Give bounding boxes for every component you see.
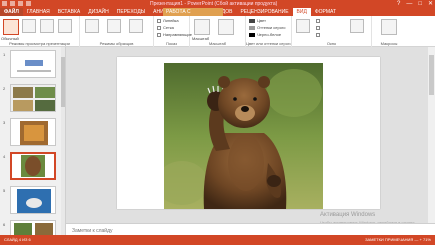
- minimize-button[interactable]: —: [406, 0, 412, 8]
- slide-thumbnail[interactable]: [10, 50, 56, 78]
- slide-number: 1: [3, 52, 6, 57]
- status-bar: СЛАЙД 4 ИЗ 6 ЗАМЕТКИ ПРИМЕЧАНИЯ — + 71%: [0, 235, 435, 245]
- scrollbar-thumb[interactable]: [61, 57, 65, 107]
- ribbon: Обычный Режимы просмотра презентации Реж…: [0, 16, 435, 47]
- tab-transitions[interactable]: ПЕРЕХОДЫ: [113, 8, 149, 16]
- group-zoom: Масштаб Масштаб: [190, 16, 246, 47]
- group-master-views: Режимы образцов: [80, 16, 154, 47]
- group-label: Окно: [326, 41, 337, 46]
- slide-counter: СЛАЙД 4 ИЗ 6: [4, 237, 31, 242]
- scrollbar-thumb[interactable]: [429, 55, 434, 95]
- notes-pane[interactable]: Заметки к слайду: [66, 223, 435, 235]
- help-button[interactable]: ?: [397, 0, 400, 8]
- group-window: Окно: [292, 16, 372, 47]
- grayscale-swatch-icon[interactable]: [249, 26, 255, 30]
- slide-thumbnail-image: [12, 154, 54, 178]
- guides-checkbox[interactable]: [157, 33, 161, 37]
- undo-icon[interactable]: [10, 1, 15, 6]
- slide-scrollbar[interactable]: [428, 47, 435, 223]
- ruler-checkbox[interactable]: [157, 19, 161, 23]
- ribbon-tabs: ФАЙЛ ГЛАВНАЯ ВСТАВКА ДИЗАЙН ПЕРЕХОДЫ АНИ…: [0, 8, 435, 23]
- slide-thumbnail[interactable]: [10, 118, 56, 146]
- slide-editing-area: [66, 47, 428, 223]
- notes-placeholder: Заметки к слайду: [72, 228, 113, 234]
- window-title: Презентация1 - PowerPoint (Сбой активаци…: [150, 1, 278, 7]
- tab-format[interactable]: ФОРМАТ: [311, 8, 340, 16]
- ruler-label: Линейка: [163, 18, 179, 23]
- move-split-icon[interactable]: [316, 33, 320, 37]
- quick-access-toolbar: [2, 1, 31, 6]
- guides-label: Направляющие: [163, 32, 193, 37]
- tab-home[interactable]: ГЛАВНАЯ: [23, 8, 54, 16]
- group-label: Показ: [166, 41, 177, 46]
- slide-thumbnail-image: [11, 187, 55, 213]
- slide-number: 2: [3, 86, 6, 91]
- normal-view-button[interactable]: [3, 19, 19, 35]
- group-label: Режимы просмотра презентации: [9, 41, 70, 46]
- group-presentation-views: Обычный Режимы просмотра презентации: [0, 16, 80, 47]
- close-button[interactable]: ✕: [428, 0, 433, 8]
- group-color: Цвет Оттенки серого Черно-белое Цвет или…: [246, 16, 292, 47]
- group-label: Режимы образцов: [99, 41, 134, 46]
- slide-thumbnail-image: [11, 85, 55, 111]
- bw-label: Черно-белое: [257, 32, 282, 37]
- slide-thumbnail[interactable]: [10, 84, 56, 112]
- outline-view-button[interactable]: [22, 19, 36, 33]
- arrange-all-icon[interactable]: [316, 19, 320, 23]
- grayscale-label: Оттенки серого: [257, 25, 286, 30]
- slide-number: 4: [3, 154, 6, 159]
- cascade-icon[interactable]: [316, 26, 320, 30]
- notes-page-button[interactable]: [58, 19, 72, 33]
- slide-number: 3: [3, 120, 6, 125]
- new-window-button[interactable]: [296, 19, 310, 33]
- group-macros: Макросы: [372, 16, 406, 47]
- slide-number: 5: [3, 188, 6, 193]
- notes-master-button[interactable]: [129, 19, 143, 33]
- title-bar: Презентация1 - PowerPoint (Сбой активаци…: [0, 0, 435, 8]
- bear-photo-image: [164, 63, 323, 209]
- slide-thumbnail[interactable]: [10, 220, 56, 235]
- color-label: Цвет: [257, 18, 266, 23]
- bw-swatch-icon[interactable]: [249, 33, 255, 37]
- activation-watermark-title: Активация Windows: [320, 212, 376, 218]
- grid-label: Сетка: [163, 25, 174, 30]
- slide-number: 6: [3, 222, 6, 227]
- start-slideshow-icon[interactable]: [26, 1, 31, 6]
- redo-icon[interactable]: [18, 1, 23, 6]
- fit-to-window-button[interactable]: [218, 19, 234, 35]
- slide-thumbnail-image: [11, 119, 55, 145]
- group-show: Линейка Сетка Направляющие Показ: [154, 16, 193, 47]
- switch-windows-button[interactable]: [350, 19, 364, 33]
- grid-checkbox[interactable]: [157, 26, 161, 30]
- tab-view[interactable]: ВИД: [292, 8, 311, 16]
- zoom-button[interactable]: [194, 19, 210, 35]
- slide-thumbnail[interactable]: [10, 186, 56, 214]
- group-label: Цвет или оттенки серого: [246, 41, 291, 46]
- window-controls: ? — □ ✕: [397, 0, 433, 8]
- thumbnail-scrollbar[interactable]: [61, 47, 65, 235]
- tab-design[interactable]: ДИЗАЙН: [84, 8, 113, 16]
- tab-file[interactable]: ФАЙЛ: [0, 8, 23, 16]
- slide-thumbnail-selected[interactable]: [10, 152, 56, 180]
- bear-photo[interactable]: [164, 63, 323, 209]
- slide-sorter-button[interactable]: [40, 19, 54, 33]
- slide-thumbnail-pane: 1 2 3 4 5 6: [0, 47, 66, 235]
- maximize-button[interactable]: □: [418, 0, 422, 8]
- slide-thumbnail-image: [11, 221, 55, 235]
- slide-thumbnail-image: [17, 60, 51, 72]
- save-icon[interactable]: [2, 1, 7, 6]
- status-controls[interactable]: ЗАМЕТКИ ПРИМЕЧАНИЯ — + 71%: [365, 235, 431, 245]
- color-swatch-icon[interactable]: [249, 19, 255, 23]
- tab-review[interactable]: РЕЦЕНЗИРОВАНИЕ: [236, 8, 292, 16]
- current-slide[interactable]: [117, 57, 380, 209]
- slide-master-button[interactable]: [85, 19, 99, 33]
- contextual-tab-header: РАБОТА С РИСУНКАМИ: [163, 8, 223, 23]
- tab-insert[interactable]: ВСТАВКА: [54, 8, 84, 16]
- handout-master-button[interactable]: [107, 19, 121, 33]
- group-label: Макросы: [380, 41, 398, 46]
- group-label: Масштаб: [208, 41, 227, 46]
- macros-button[interactable]: [381, 19, 397, 35]
